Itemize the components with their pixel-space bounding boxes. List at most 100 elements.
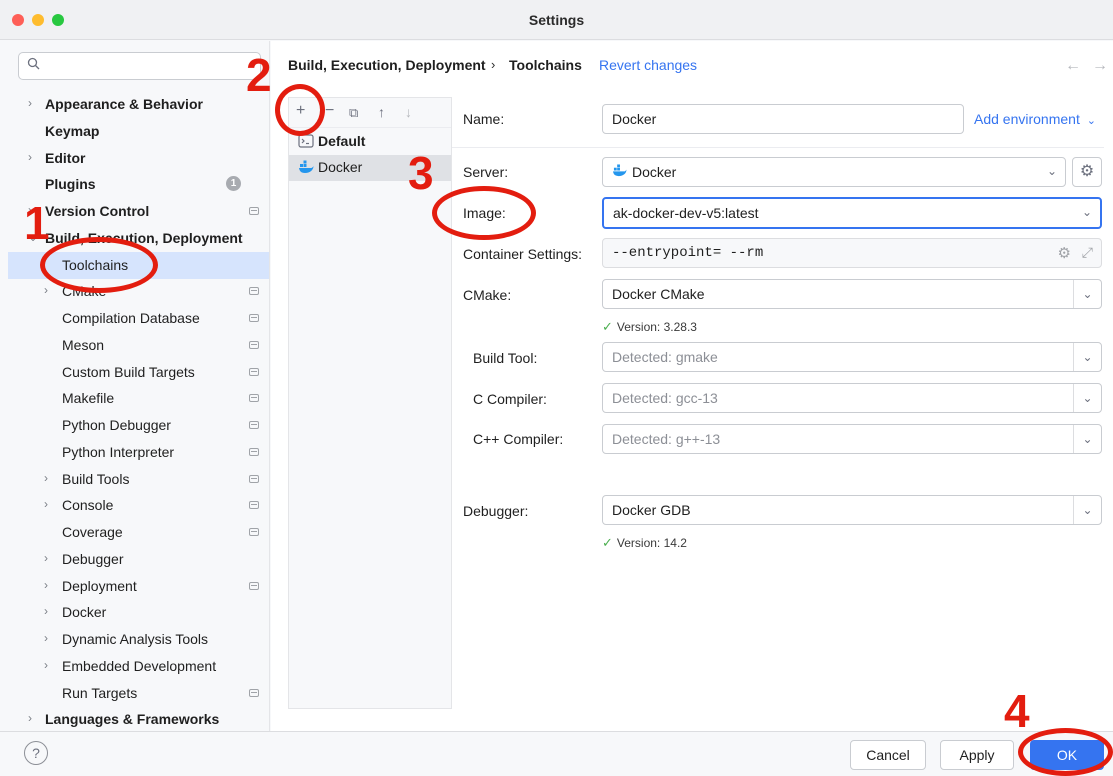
chevron-right-icon[interactable]: › (44, 283, 48, 297)
chevron-down-icon[interactable]: ⌄ (1073, 384, 1101, 412)
sidebar-item-label: Makefile (62, 390, 115, 407)
chevron-down-icon[interactable]: ⌄ (1073, 280, 1101, 308)
gear-icon: ⚙ (1079, 163, 1095, 180)
window-title: Settings (528, 12, 585, 28)
remove-toolchain-button[interactable]: − (325, 102, 334, 120)
forward-arrow-icon[interactable]: → (1092, 57, 1108, 75)
sidebar-item-label: Console (62, 497, 114, 514)
annotation-step-3: 3 (408, 147, 434, 199)
debugger-version: ✓ Version: 14.2 (602, 535, 687, 551)
sidebar-item-languages-frameworks[interactable]: › Languages & Frameworks (8, 706, 269, 733)
chevron-down-icon[interactable]: ⌄ (1073, 425, 1101, 453)
breadcrumb-parent[interactable]: Build, Execution, Deployment (288, 57, 486, 73)
sidebar-item-run-targets[interactable]: Run Targets (8, 680, 269, 707)
settings-sidebar: › Appearance & Behavior Keymap › Editor Plugi… (0, 41, 270, 731)
chevron-down-icon[interactable]: ⌄ (1082, 205, 1092, 219)
settings-search-input[interactable] (18, 52, 261, 80)
project-scope-icon (249, 581, 259, 590)
annotation-step-1: 1 (24, 197, 50, 249)
image-value: ak-docker-dev-v5:latest (613, 205, 759, 221)
sidebar-item-label: Python Interpreter (62, 443, 175, 460)
check-icon: ✓ (602, 319, 613, 334)
chevron-right-icon[interactable]: › (28, 711, 32, 725)
project-scope-icon (249, 447, 259, 456)
sidebar-item-debugger[interactable]: › Debugger (8, 546, 269, 573)
sidebar-item-label: Dynamic Analysis Tools (62, 631, 209, 647)
project-scope-icon (249, 421, 259, 429)
sidebar-item-deployment[interactable]: › Deployment (8, 573, 269, 600)
chevron-right-icon[interactable]: › (44, 604, 48, 618)
sidebar-item-python-debugger[interactable]: Python Debugger (8, 412, 269, 439)
chevron-right-icon[interactable]: › (44, 631, 48, 645)
annotation-circle-image (432, 186, 536, 240)
chevron-right-icon[interactable]: › (44, 551, 48, 565)
cancel-button[interactable]: Cancel (850, 740, 926, 770)
back-arrow-icon[interactable]: ← (1065, 57, 1081, 75)
chevron-down-icon[interactable]: ⌄ (1073, 343, 1101, 371)
updates-badge: 1 (226, 176, 241, 192)
sidebar-item-embedded-development[interactable]: › Embedded Development (8, 653, 269, 680)
build-tool-select[interactable]: Detected: gmake ⌄ (602, 342, 1102, 372)
chevron-right-icon[interactable]: › (44, 578, 48, 592)
toolchain-label: Default (318, 133, 366, 149)
toolchains-page: Build, Execution, Deployment › Toolchain… (271, 41, 1113, 731)
project-scope-icon (249, 394, 259, 403)
sidebar-item-docker[interactable]: › Docker (8, 599, 269, 626)
sidebar-item-build-tools[interactable]: › Build Tools (8, 466, 269, 493)
move-up-button[interactable]: ↑ (378, 104, 385, 120)
server-select[interactable]: Docker ⌄ (602, 157, 1066, 187)
chevron-right-icon[interactable]: › (44, 497, 48, 511)
chevron-down-icon[interactable]: ⌄ (1047, 164, 1057, 178)
help-button[interactable]: ? (24, 741, 48, 765)
debugger-value: Docker GDB (612, 502, 691, 518)
annotation-circle-ok (1018, 728, 1113, 776)
chevron-right-icon[interactable]: › (28, 96, 32, 110)
sidebar-item-plugins[interactable]: Plugins 1 (8, 171, 269, 198)
sidebar-item-meson[interactable]: Meson (8, 332, 269, 359)
cmake-label: CMake: (463, 287, 512, 303)
sidebar-item-console[interactable]: › Console (8, 492, 269, 519)
sidebar-item-label: Custom Build Targets (62, 363, 195, 380)
sidebar-item-label: Coverage (62, 524, 123, 540)
name-field[interactable]: Docker (602, 104, 964, 134)
sidebar-item-makefile[interactable]: Makefile (8, 385, 269, 412)
container-settings-field[interactable]: --entrypoint= --rm ⚙ ⤢ (602, 238, 1102, 268)
sidebar-item-label: Meson (62, 336, 105, 353)
copy-toolchain-button[interactable]: ⧉ (349, 105, 358, 121)
project-scope-icon (249, 207, 259, 215)
sidebar-item-appearance-behavior[interactable]: › Appearance & Behavior (8, 91, 269, 118)
sidebar-item-compilation-database[interactable]: Compilation Database (8, 305, 269, 332)
chevron-right-icon[interactable]: › (28, 150, 32, 164)
annotation-circle-add (275, 84, 325, 136)
sidebar-item-label: Python Debugger (62, 417, 171, 433)
c-compiler-select[interactable]: Detected: gcc-13 ⌄ (602, 383, 1102, 413)
sidebar-item-custom-build-targets[interactable]: Custom Build Targets (8, 359, 269, 386)
chevron-down-icon[interactable]: ⌄ (1073, 496, 1101, 524)
sidebar-item-dynamic-analysis-tools[interactable]: › Dynamic Analysis Tools (8, 626, 269, 653)
debugger-select[interactable]: Docker GDB ⌄ (602, 495, 1102, 525)
sidebar-item-python-interpreter[interactable]: Python Interpreter (8, 439, 269, 466)
chevron-right-icon[interactable]: › (44, 658, 48, 672)
image-select[interactable]: ak-docker-dev-v5:latest ⌄ (602, 197, 1102, 229)
sidebar-item-coverage[interactable]: Coverage (8, 519, 269, 546)
apply-button[interactable]: Apply (940, 740, 1014, 770)
sidebar-item-keymap[interactable]: Keymap (8, 118, 269, 145)
server-settings-gear-button[interactable]: ⚙ (1072, 157, 1102, 187)
expand-icon[interactable]: ⤢ (1082, 244, 1093, 261)
revert-changes-link[interactable]: Revert changes (599, 57, 697, 73)
cmake-select[interactable]: Docker CMake ⌄ (602, 279, 1102, 309)
cpp-compiler-select[interactable]: Detected: g++-13 ⌄ (602, 424, 1102, 454)
sidebar-item-label: Run Targets (62, 684, 138, 701)
add-environment-dropdown[interactable]: Add environment ⌄ (974, 111, 1096, 127)
sidebar-item-label: Version Control (45, 203, 150, 219)
container-settings-label: Container Settings: (463, 246, 583, 262)
sidebar-item-label: Build Tools (62, 470, 130, 487)
sidebar-item-editor[interactable]: › Editor (8, 145, 269, 172)
sidebar-item-label: Embedded Development (62, 657, 217, 674)
gear-icon[interactable]: ⚙ (1058, 244, 1071, 262)
docker-icon (612, 164, 627, 180)
sidebar-item-label: Plugins (45, 176, 96, 193)
cmake-version: ✓ Version: 3.28.3 (602, 319, 697, 335)
chevron-right-icon[interactable]: › (44, 471, 48, 485)
move-down-button[interactable]: ↓ (405, 104, 412, 120)
